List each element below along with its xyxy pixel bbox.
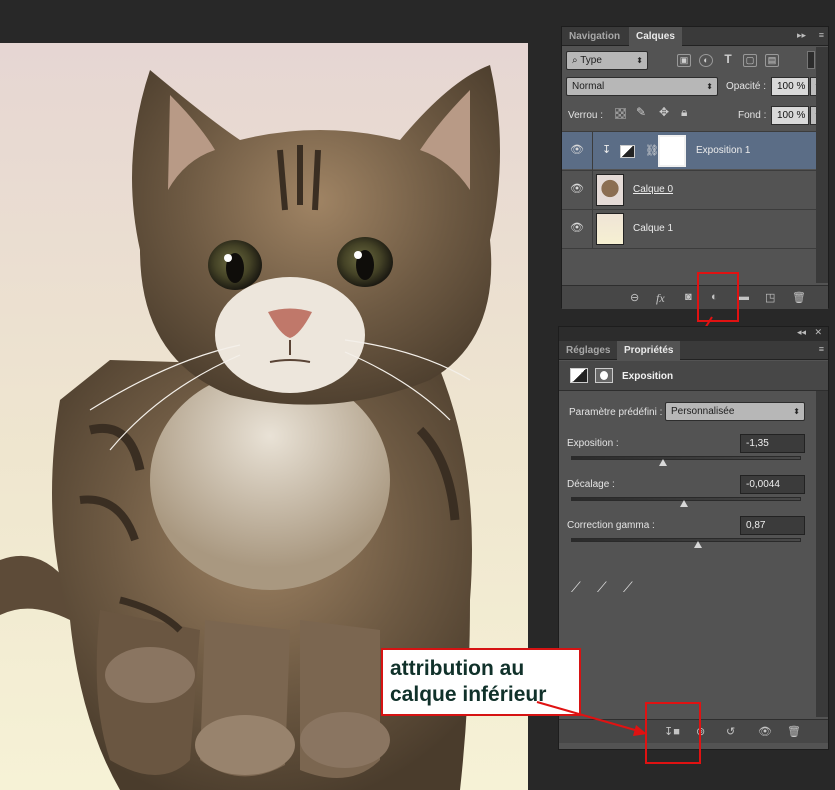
filter-label: Type [580, 55, 602, 66]
text-filter-icon[interactable]: T [721, 53, 735, 67]
close-icon[interactable]: ✕ [814, 327, 822, 338]
properties-tabbar: Réglages Propriétés ≡ [559, 341, 828, 361]
white-eyedropper-icon[interactable]: ⟋ [623, 579, 633, 596]
lock-pixels-icon[interactable]: ✎ [636, 105, 646, 119]
exposition-slider-thumb[interactable] [659, 459, 667, 466]
tab-proprietes[interactable]: Propriétés [617, 341, 681, 361]
exposition-slider-track[interactable] [571, 456, 801, 460]
filter-toggle-icon[interactable] [807, 51, 815, 69]
layers-tabbar: Navigation Calques ▸▸ ≡ [562, 27, 828, 47]
collapse-icon[interactable]: ▸▸ [797, 30, 806, 41]
layer-filter-select[interactable]: ⌕ Type ⬍ [566, 51, 648, 70]
smart-object-filter-icon[interactable]: ▤ [765, 54, 779, 67]
blend-mode-value: Normal [572, 81, 605, 92]
gamma-slider-thumb[interactable] [693, 541, 702, 548]
annotation-line-1: attribution au [390, 657, 525, 680]
exposition-input[interactable]: -1,35 [740, 434, 805, 453]
new-layer-icon[interactable]: ◳ [765, 291, 775, 304]
link-icon[interactable]: ⊖ [630, 291, 639, 304]
tab-calques[interactable]: Calques [629, 27, 682, 47]
layers-bottom-toolbar: ⊖ fx ◙ ◐ ▬ ◳ 🗑︎ [562, 285, 828, 309]
exposure-adjustment-icon [570, 368, 588, 383]
preset-label: Paramètre prédéfini : [569, 407, 663, 418]
tab-navigation[interactable]: Navigation [562, 27, 627, 46]
properties-header: Exposition [559, 361, 828, 391]
lock-label: Verrou : [568, 110, 604, 121]
chevron-updown-icon: ⬍ [706, 82, 713, 91]
layer-name[interactable]: Calque 1 [633, 223, 673, 234]
tab-reglages[interactable]: Réglages [559, 341, 617, 360]
clipping-arrow-icon: ↧ [602, 144, 612, 156]
exposition-label: Exposition : [567, 438, 619, 449]
collapse-icon[interactable]: ◂◂ [797, 327, 806, 338]
visibility-eye-icon[interactable]: 👁︎ [570, 223, 584, 234]
visibility-eye-icon[interactable]: 👁︎ [570, 145, 584, 156]
gray-eyedropper-icon[interactable]: ⟋ [597, 579, 607, 596]
fill-input[interactable]: 100 % [771, 106, 809, 125]
trash-icon[interactable]: 🗑︎ [787, 725, 801, 738]
trash-icon[interactable]: 🗑︎ [792, 291, 806, 304]
shape-filter-icon[interactable]: ▢ [743, 54, 757, 67]
layer-mask-thumbnail[interactable] [658, 135, 686, 167]
opacity-label: Opacité : [726, 81, 767, 92]
layer-row-calque-0[interactable]: 👁︎ Calque 0 [562, 170, 817, 209]
annotation-arrow-bottom [536, 701, 647, 736]
layers-scrollbar[interactable] [816, 47, 828, 283]
preset-select[interactable]: Personnalisée ⬍ [665, 402, 805, 421]
layer-name[interactable]: Exposition 1 [696, 145, 750, 156]
preset-value: Personnalisée [671, 406, 735, 417]
decalage-slider-thumb[interactable] [679, 500, 688, 507]
mask-icon[interactable]: ◙ [685, 291, 692, 303]
search-icon: ⌕ [572, 55, 581, 66]
panel-menu-icon[interactable]: ≡ [819, 344, 824, 354]
kitten-thumbnail[interactable] [596, 174, 624, 206]
gradient-thumbnail[interactable] [596, 213, 624, 245]
lock-all-icon[interactable]: 🔒︎ [681, 105, 687, 120]
properties-panel-topstrip: ◂◂ ✕ [559, 327, 828, 341]
layers-panel: Navigation Calques ▸▸ ≡ ⌕ Type ⬍ ▣ ◐ T ▢… [561, 26, 829, 309]
decalage-label: Décalage : [567, 479, 615, 490]
visibility-eye-icon[interactable]: 👁︎ [570, 184, 584, 195]
properties-panel: ◂◂ ✕ Réglages Propriétés ≡ Exposition Pa… [558, 326, 829, 750]
panel-menu-icon[interactable]: ≡ [819, 30, 824, 40]
exposure-adjustment-icon [620, 145, 635, 158]
lock-transparency-icon[interactable] [615, 108, 626, 119]
reset-icon[interactable]: ↺ [726, 725, 735, 738]
chevron-updown-icon: ⬍ [636, 56, 643, 65]
image-filter-icon[interactable]: ▣ [677, 54, 691, 67]
mask-icon[interactable] [595, 368, 613, 383]
blend-mode-select[interactable]: Normal ⬍ [566, 77, 718, 96]
decalage-input[interactable]: -0,0044 [740, 475, 805, 494]
visibility-icon[interactable]: 👁︎ [758, 725, 772, 738]
lock-position-icon[interactable]: ✥ [659, 105, 669, 119]
gamma-slider-track[interactable] [571, 538, 801, 542]
opacity-input[interactable]: 100 % [771, 77, 809, 96]
properties-title: Exposition [622, 371, 674, 382]
chain-link-icon[interactable]: ⛓︎ [645, 144, 659, 157]
gamma-label: Correction gamma : [567, 520, 655, 531]
fill-label: Fond : [738, 110, 767, 121]
adjustment-filter-icon[interactable]: ◐ [699, 54, 713, 67]
properties-scrollbar[interactable] [816, 391, 828, 717]
layer-name[interactable]: Calque 0 [633, 184, 673, 195]
black-eyedropper-icon[interactable]: ⟋ [571, 579, 581, 596]
chevron-updown-icon: ⬍ [793, 407, 800, 416]
gamma-input[interactable]: 0,87 [740, 516, 805, 535]
fx-icon[interactable]: fx [656, 291, 665, 306]
layer-row-exposition[interactable]: 👁︎ ↧ ⛓︎ Exposition 1 [562, 131, 817, 170]
layer-row-calque-1[interactable]: 👁︎ Calque 1 [562, 209, 817, 248]
folder-icon[interactable]: ▬ [738, 291, 749, 303]
